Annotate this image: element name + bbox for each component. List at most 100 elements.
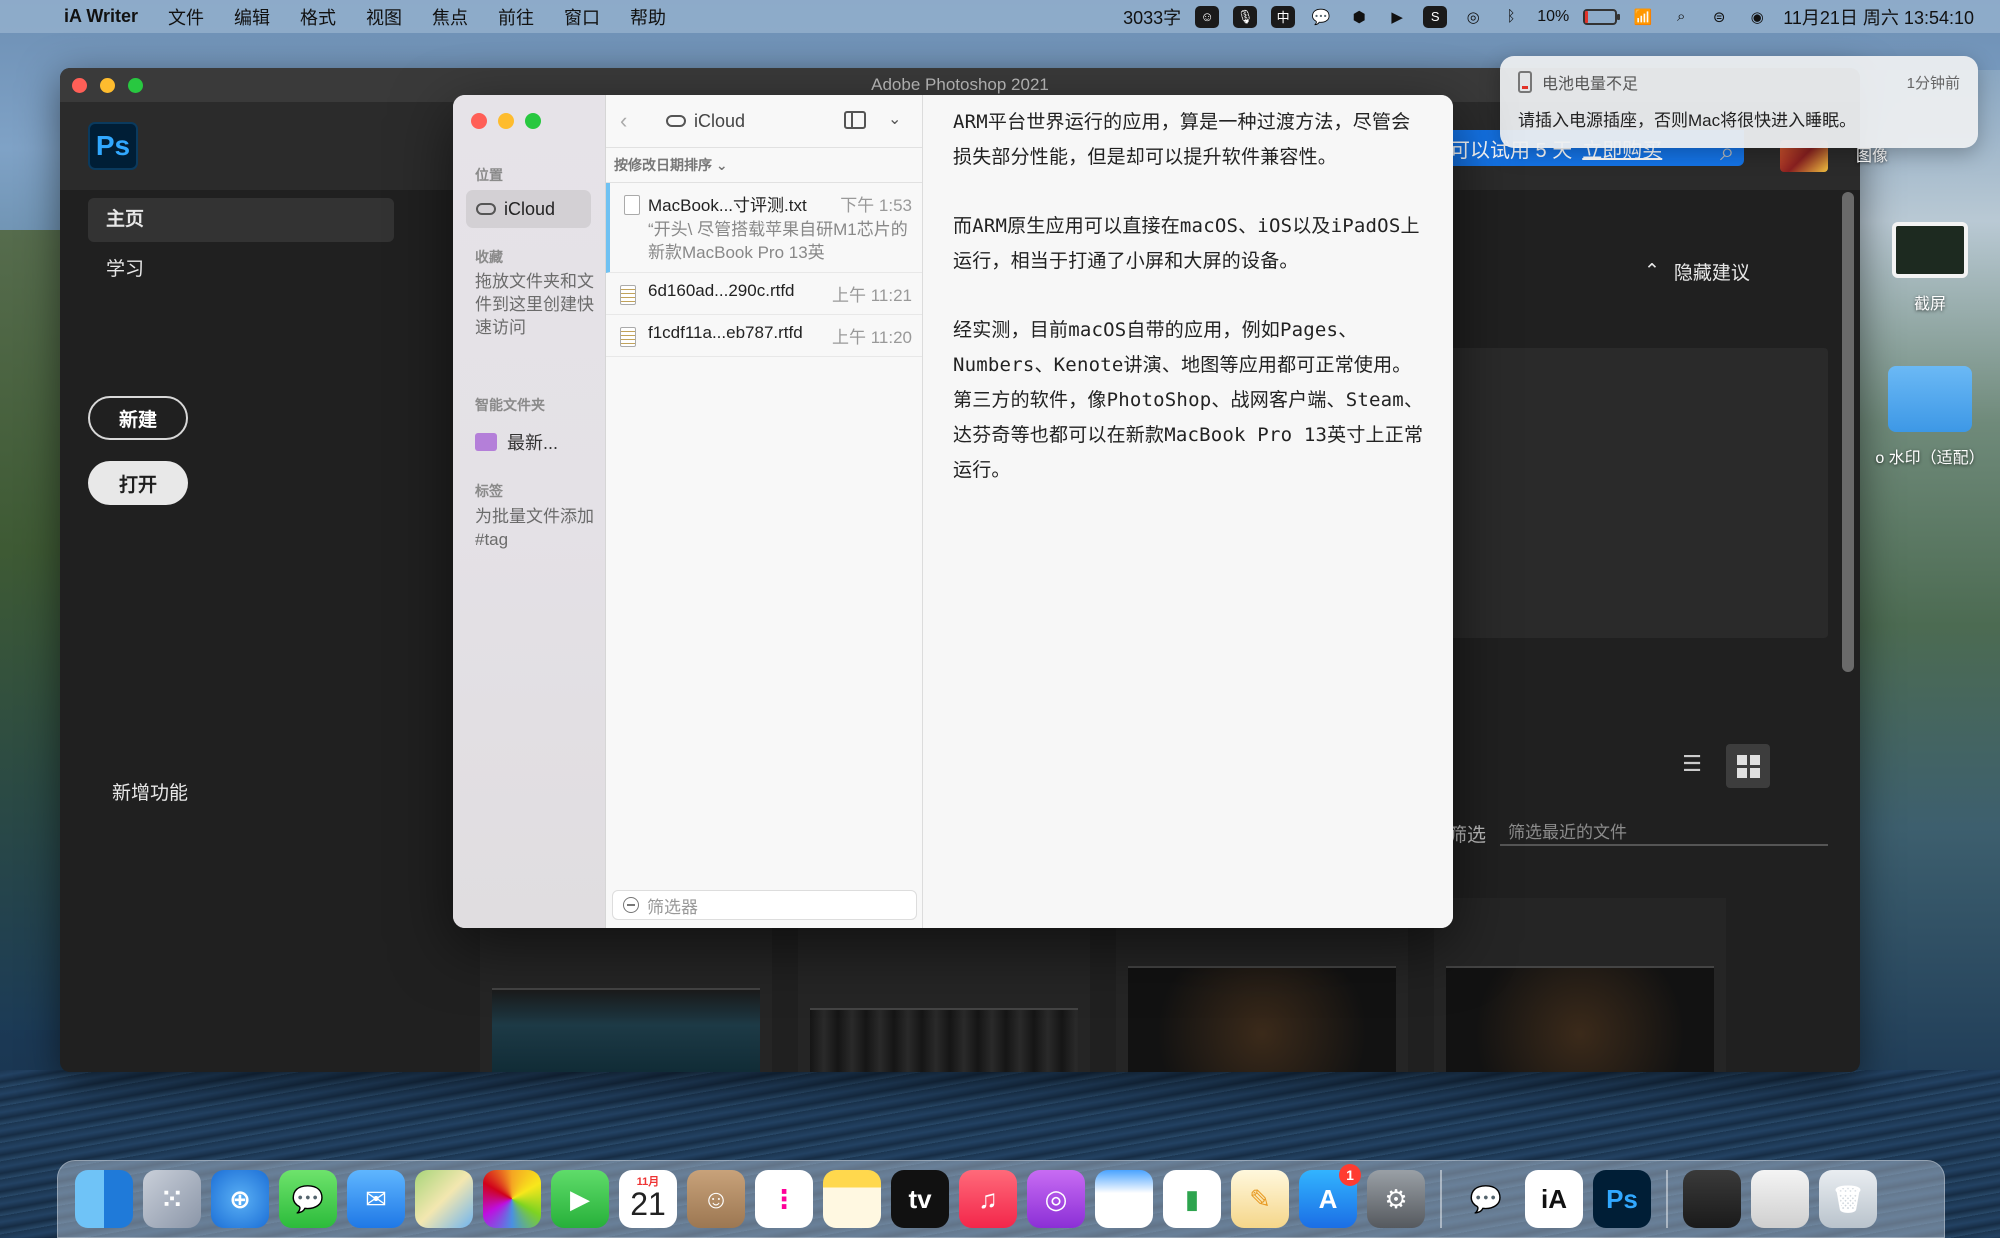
close-button[interactable] [471, 113, 487, 129]
recent-files-filter-input[interactable]: 筛选最近的文件 [1500, 810, 1828, 846]
file-name: MacBook...寸评测.txt [648, 196, 807, 215]
sidebar-toggle-icon[interactable] [844, 111, 866, 129]
calendar-icon[interactable]: 11月 21 [619, 1170, 677, 1228]
sidebar-item-icloud[interactable]: iCloud [466, 190, 591, 228]
launchpad-icon[interactable]: ⁙ [143, 1170, 201, 1228]
search-icon[interactable]: ⌕ [1669, 6, 1693, 28]
zoom-button[interactable] [525, 113, 541, 129]
word-count[interactable]: 3033字 [1123, 4, 1181, 30]
microphone-icon[interactable]: 🎙 [1233, 5, 1258, 28]
sort-menu[interactable]: 按修改日期排序 ⌄ [606, 147, 922, 183]
folder-icon [1888, 366, 1972, 432]
menu-focus[interactable]: 焦点 [432, 4, 468, 30]
minimize-button[interactable] [100, 78, 115, 93]
contacts-icon[interactable]: ☺ [687, 1170, 745, 1228]
nav-learn[interactable]: 学习 [88, 248, 394, 292]
file-list-item[interactable]: f1cdf11a...eb787.rtfd 上午 11:20 [606, 315, 922, 357]
sidebar-item-recent[interactable]: 最新... [475, 429, 558, 455]
recent-file-thumbnail[interactable] [1434, 898, 1726, 1072]
desktop-item-folder[interactable]: o 水印（适配） [1860, 366, 2000, 468]
desktop-item-label: o 水印（适配） [1875, 450, 1985, 467]
s-app-icon[interactable]: S [1423, 5, 1448, 28]
music-icon[interactable]: ♫ [959, 1170, 1017, 1228]
photos-icon[interactable] [483, 1170, 541, 1228]
documents-stack-icon[interactable] [1751, 1170, 1809, 1228]
sidebar-item-label: 最新... [507, 433, 559, 453]
pages-icon[interactable]: ✎ [1231, 1170, 1289, 1228]
facetime-icon[interactable]: ▶ [551, 1170, 609, 1228]
smiley-icon[interactable]: ☺ [1195, 5, 1220, 28]
safari-icon[interactable]: ⊕ [211, 1170, 269, 1228]
file-list-item[interactable]: MacBook...寸评测.txt 下午 1:53 “开头\ 尽管搭载苹果自研M… [606, 183, 922, 273]
file-time: 下午 1:53 [840, 196, 912, 215]
menu-window[interactable]: 窗口 [564, 4, 600, 30]
notes-icon[interactable] [823, 1170, 881, 1228]
apple-tv-icon[interactable]: tv [891, 1170, 949, 1228]
menu-app-name[interactable]: iA Writer [64, 6, 138, 27]
menu-help[interactable]: 帮助 [630, 4, 666, 30]
input-method-icon[interactable]: 中 [1271, 5, 1296, 28]
system-preferences-icon[interactable]: ⚙ [1367, 1170, 1425, 1228]
maps-icon[interactable] [415, 1170, 473, 1228]
siri-icon[interactable]: ◉ [1745, 6, 1769, 28]
numbers-icon[interactable]: ▮ [1163, 1170, 1221, 1228]
editor-paragraph[interactable]: 而ARM原生应用可以直接在macOS、iOS以及iPadOS上运行，相当于打通了… [953, 209, 1427, 279]
section-smart-folders: 智能文件夹 [475, 397, 545, 413]
play-icon[interactable]: ▶ [1385, 6, 1409, 28]
menu-clock[interactable]: 11月21日 周六 13:54:10 [1783, 4, 1974, 30]
menu-go[interactable]: 前往 [498, 4, 534, 30]
list-view-icon[interactable]: ☰ [1674, 748, 1710, 780]
section-locations: 位置 [475, 167, 503, 183]
new-button[interactable]: 新建 [88, 396, 188, 440]
open-button[interactable]: 打开 [88, 461, 188, 505]
battery-icon[interactable] [1583, 8, 1621, 25]
folder-title: iCloud [666, 95, 745, 147]
scrollbar[interactable] [1842, 192, 1854, 672]
editor-paragraph[interactable]: 经实测，目前macOS自带的应用，例如Pages、Numbers、Kenote讲… [953, 313, 1427, 488]
ia-writer-icon[interactable]: iA [1525, 1170, 1583, 1228]
bluetooth-icon[interactable]: ᛒ [1499, 6, 1523, 28]
back-chevron-icon[interactable]: ‹ [620, 108, 650, 134]
filter-placeholder: 筛选器 [647, 897, 698, 917]
trash-icon[interactable]: 🗑 [1819, 1170, 1877, 1228]
notification-header: 电池电量不足 1分钟前 [1518, 70, 1960, 94]
file-filter-input[interactable]: 筛选器 [612, 890, 917, 920]
rtfd-document-icon [620, 285, 636, 305]
editor-pane[interactable]: ARM平台世界运行的应用，算是一种过渡方法，尽管会损失部分性能，但是却可以提升软… [923, 95, 1453, 928]
photoshop-icon[interactable]: Ps [1593, 1170, 1651, 1228]
airdrop-icon[interactable]: ◎ [1461, 6, 1485, 28]
mail-icon[interactable]: ✉ [347, 1170, 405, 1228]
wifi-icon[interactable]: 📶 [1631, 6, 1655, 28]
file-list-item[interactable]: 6d160ad...290c.rtfd 上午 11:21 [606, 273, 922, 315]
chevron-up-icon: ⌃ [1644, 261, 1660, 282]
nav-home[interactable]: 主页 [88, 198, 394, 242]
close-button[interactable] [72, 78, 87, 93]
downloads-stack-icon[interactable] [1683, 1170, 1741, 1228]
keynote-icon[interactable] [1095, 1170, 1153, 1228]
messages-icon[interactable]: 💬 [279, 1170, 337, 1228]
shield-icon[interactable]: ⬢ [1347, 6, 1371, 28]
zoom-button[interactable] [128, 78, 143, 93]
hide-tips-button[interactable]: ⌃ 隐藏建议 [1644, 258, 1750, 285]
grid-view-icon[interactable] [1726, 744, 1770, 788]
app-store-icon[interactable]: A1 [1299, 1164, 1361, 1228]
finder-icon[interactable] [75, 1170, 133, 1228]
wechat-icon[interactable]: 💬 [1309, 6, 1333, 28]
minimize-button[interactable] [498, 113, 514, 129]
photoshop-nav: 主页 学习 [88, 198, 394, 298]
menu-view[interactable]: 视图 [366, 4, 402, 30]
new-features-link[interactable]: 新增功能 [112, 778, 188, 805]
menu-file[interactable]: 文件 [168, 4, 204, 30]
rtfd-document-icon [620, 327, 636, 347]
reminders-icon[interactable]: ⋮ [755, 1170, 813, 1228]
sidebar-item-label: iCloud [504, 198, 556, 219]
battery-notification[interactable]: 电池电量不足 1分钟前 请插入电源插座，否则Mac将很快进入睡眠。 [1500, 56, 1978, 148]
chevron-down-icon[interactable]: ⌄ [888, 109, 901, 129]
editor-paragraph[interactable]: ARM平台世界运行的应用，算是一种过渡方法，尽管会损失部分性能，但是却可以提升软… [953, 105, 1427, 175]
wechat-icon[interactable]: 💬 [1457, 1170, 1515, 1228]
desktop-item-screenshot[interactable]: 截屏 [1870, 222, 1990, 314]
control-center-icon[interactable]: ⊜ [1707, 6, 1731, 28]
menu-edit[interactable]: 编辑 [234, 4, 270, 30]
menu-format[interactable]: 格式 [300, 4, 336, 30]
podcasts-icon[interactable]: ◎ [1027, 1170, 1085, 1228]
